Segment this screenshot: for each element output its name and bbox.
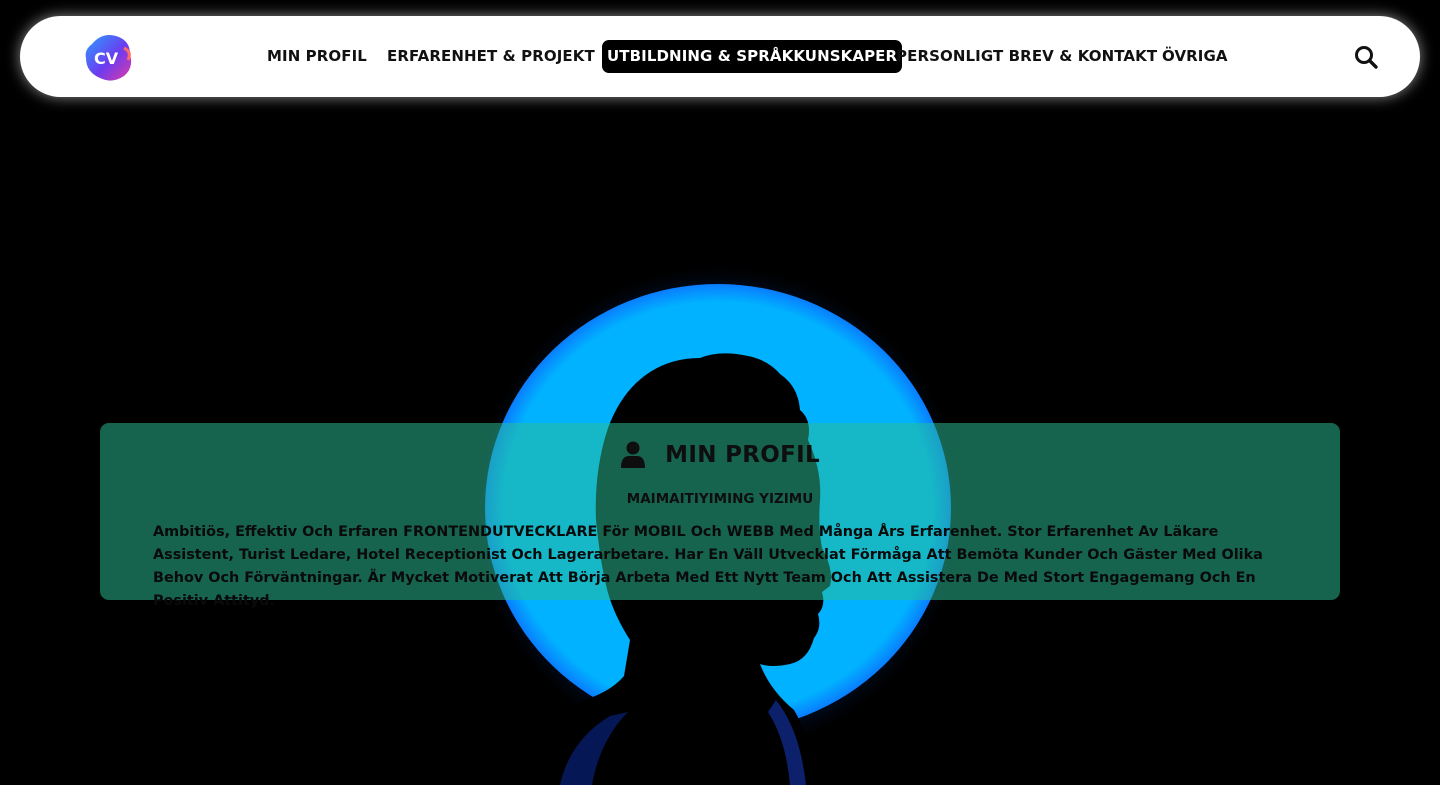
search-icon[interactable] [1352, 43, 1380, 71]
nav-menu: Min Profil Erfarenhet & Projekt Utbildni… [20, 16, 1420, 97]
profile-card: MIN PROFIL Maimaitiyiming Yizimu Ambitiö… [100, 423, 1340, 609]
user-icon [621, 441, 646, 468]
profile-name: Maimaitiyiming Yizimu [626, 491, 814, 507]
profile-title: MIN PROFIL [665, 441, 820, 468]
nav-item-personligt-brev-kontakt[interactable]: Personligt Brev & Kontakt [896, 40, 1157, 73]
profile-description: Ambitiös, Effektiv Och Erfaren FRONTENDU… [153, 524, 1263, 609]
nav-item-min-profil[interactable]: Min Profil [267, 40, 367, 73]
hero-image [0, 0, 1440, 785]
nav-item-erfarenhet-projekt[interactable]: Erfarenhet & Projekt [387, 40, 595, 73]
navbar: CV Min Profil Erfarenhet & Projekt Utbil… [20, 16, 1420, 97]
page: CV Min Profil Erfarenhet & Projekt Utbil… [0, 0, 1440, 785]
profile-heading: MIN PROFIL [100, 441, 1340, 473]
nav-item-utbildning-sprakkunskaper[interactable]: Utbildning & Språkkunskaper [602, 40, 903, 73]
nav-item-ovriga[interactable]: Övriga [1162, 40, 1228, 73]
